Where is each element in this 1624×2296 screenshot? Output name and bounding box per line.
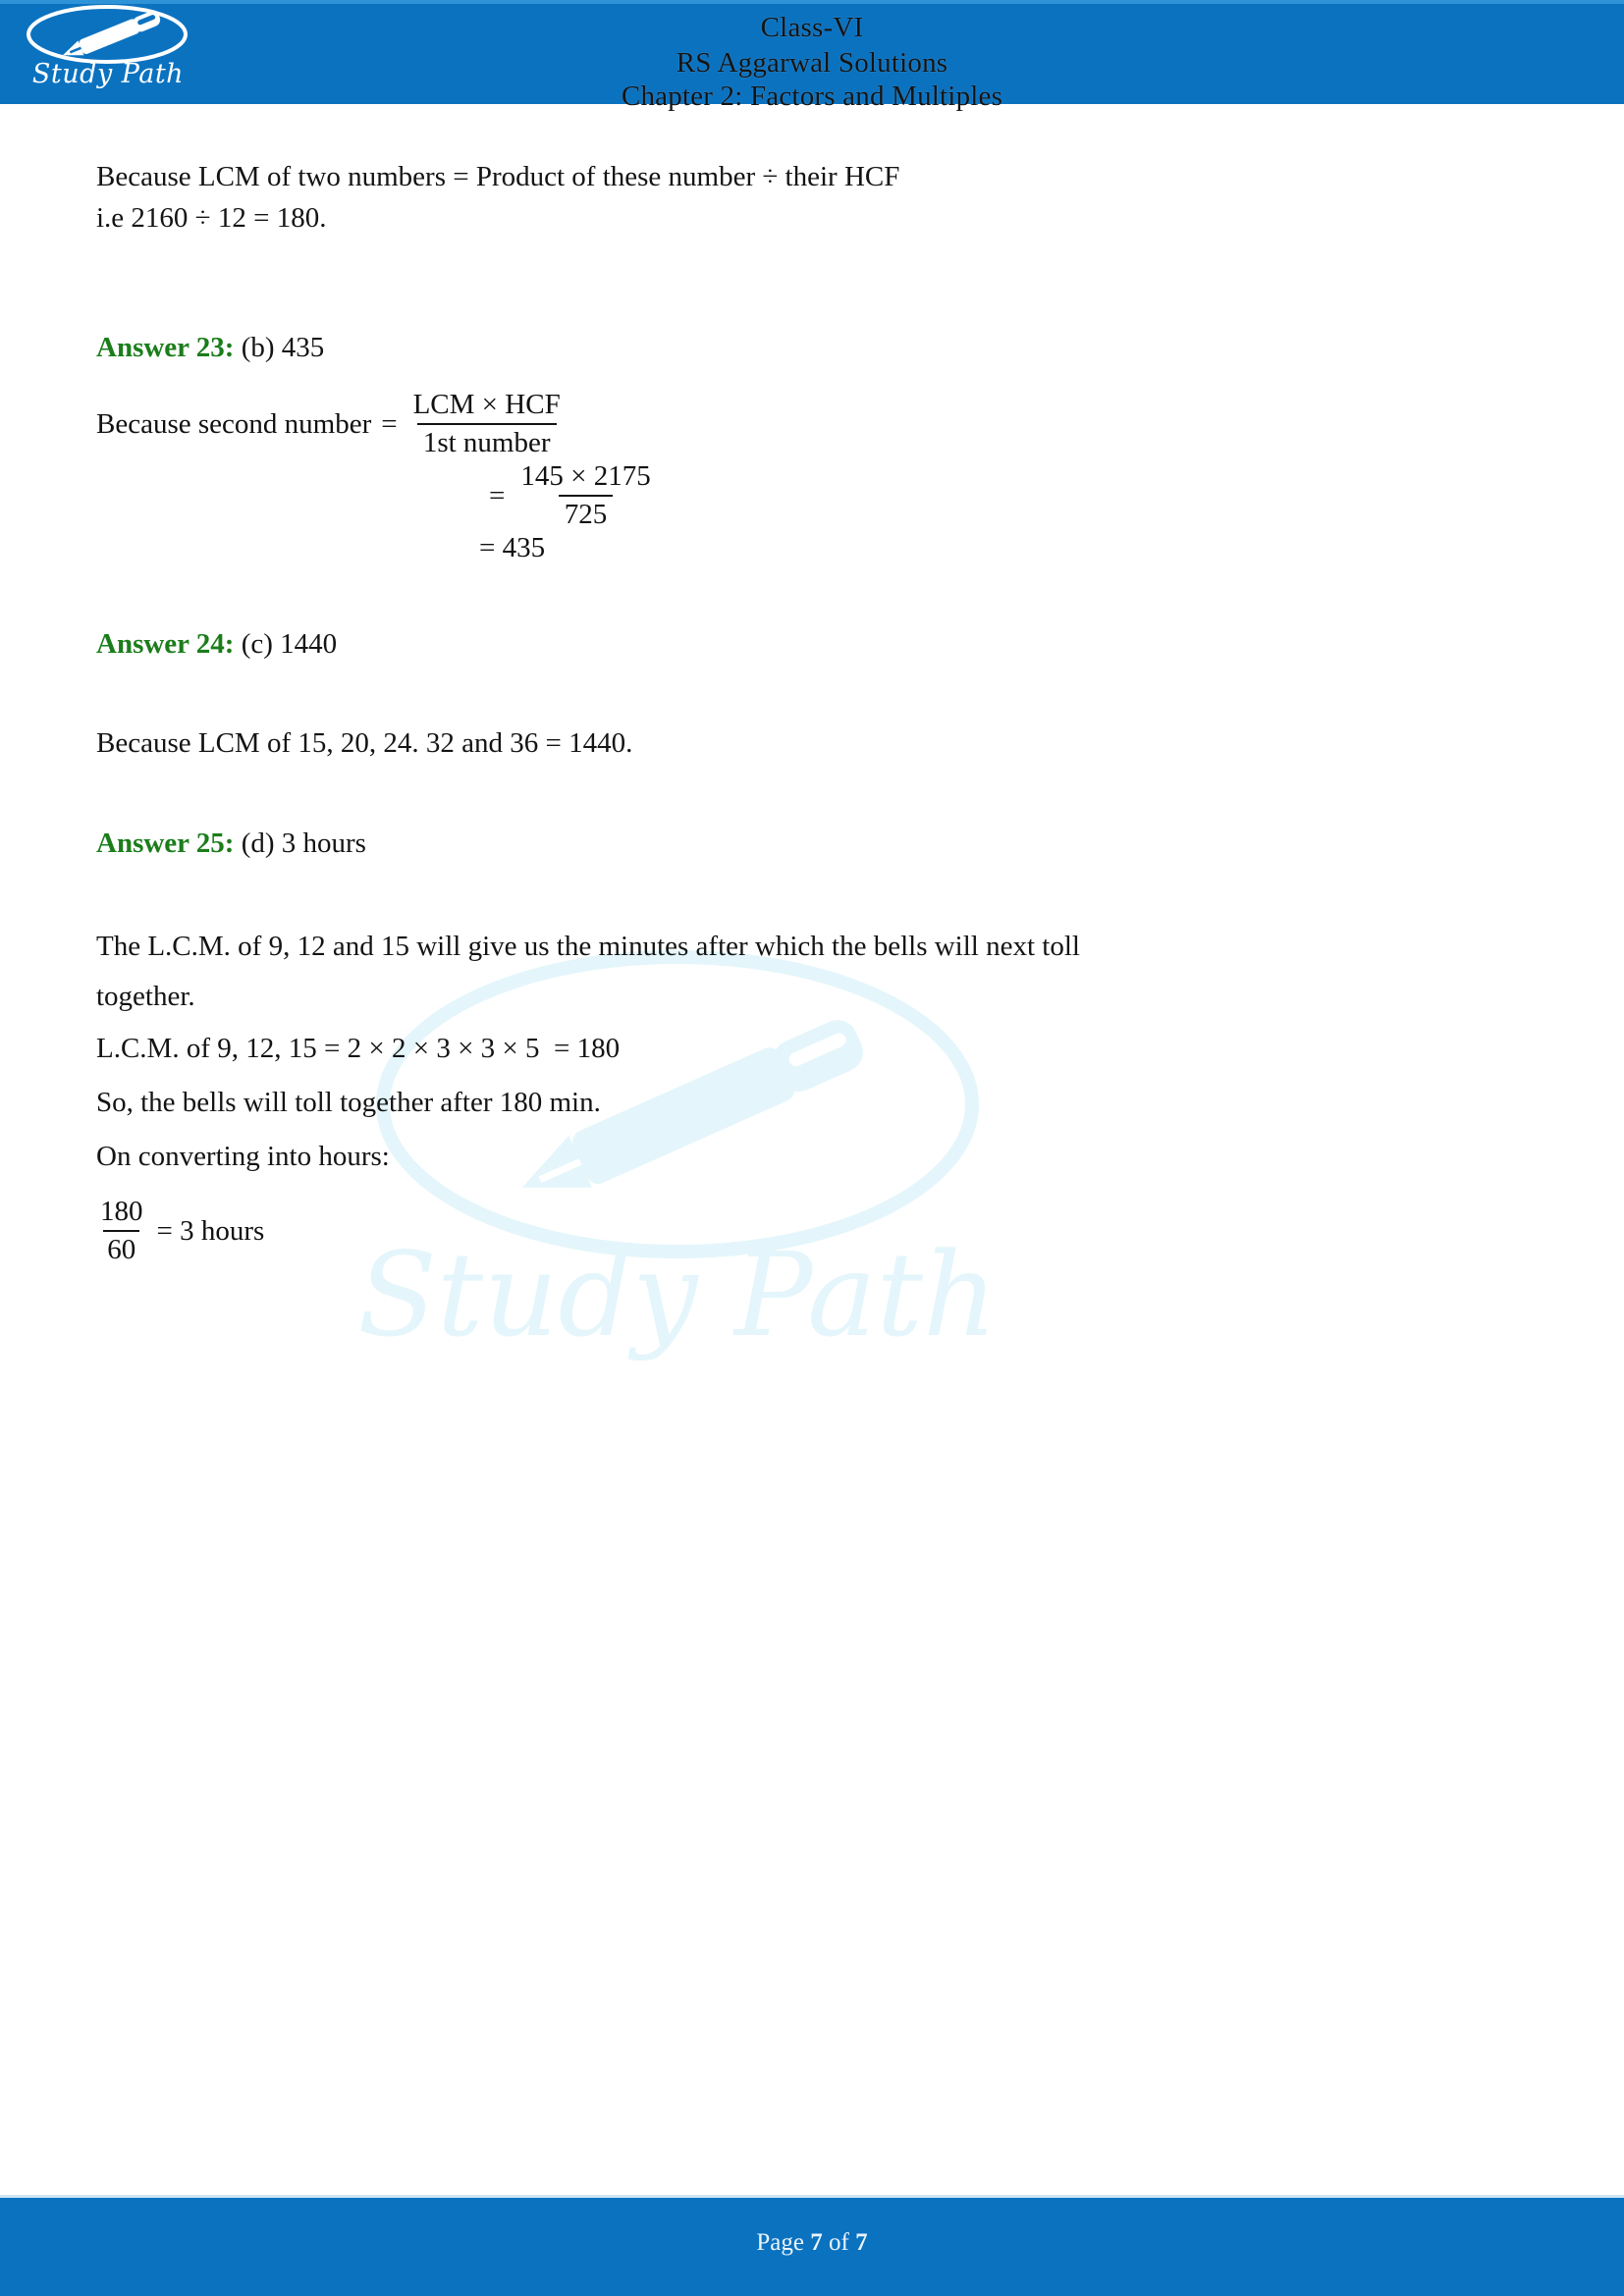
answer-25-fraction-numerator: 180 xyxy=(100,1195,143,1227)
intro-line-1: Because LCM of two numbers = Product of … xyxy=(96,161,900,192)
answer-24-value: (c) 1440 xyxy=(241,628,338,661)
answer-23-equation-line-2: = 145 × 2175 725 xyxy=(479,460,1530,532)
header-title-block: Class-VI RS Aggarwal Solutions Chapter 2… xyxy=(0,8,1624,112)
answer-25-block: Answer 25: (d) 3 hours The L.C.M. of 9, … xyxy=(96,824,1530,1267)
page-prefix-label: Page xyxy=(756,2229,805,2256)
page-number-text: Page 7 of 7 xyxy=(0,2229,1624,2257)
answer-25-conversion-equation: 180 60 = 3 hours xyxy=(96,1196,1530,1267)
document-page: Study Path Class-VI RS Aggarwal Solution… xyxy=(0,0,1624,2296)
brand-logo: Study Path xyxy=(14,4,200,102)
answer-25-value: (d) 3 hours xyxy=(241,827,366,859)
header-class-line: Class-VI xyxy=(760,12,864,43)
answer-24-reason: Because LCM of 15, 20, 24. 32 and 36 = 1… xyxy=(96,726,633,759)
page-content: Because LCM of two numbers = Product of … xyxy=(96,157,1530,1267)
answer-23-fraction-2: 145 × 2175 725 xyxy=(514,460,656,532)
answer-24-block: Answer 24: (c) 1440 Because LCM of 15, 2… xyxy=(96,624,1530,764)
answer-23-fraction-1-denominator: 1st number xyxy=(416,423,557,459)
answer-25-fraction-result: = 3 hours xyxy=(156,1214,265,1247)
page-total-number: 7 xyxy=(855,2229,868,2256)
brand-logo-word: Study Path xyxy=(31,59,185,89)
header-book-line: RS Aggarwal Solutions xyxy=(676,46,948,79)
header-chapter-line: Chapter 2: Factors and Multiples xyxy=(621,80,1003,113)
answer-25-line-2: together. xyxy=(96,980,195,1012)
answer-25-heading: Answer 25: (d) 3 hours xyxy=(96,824,1530,864)
answer-25-fraction: 180 60 xyxy=(96,1196,147,1267)
answer-25-line-1: The L.C.M. of 9, 12 and 15 will give us … xyxy=(96,931,1080,963)
page-of-label: of xyxy=(829,2229,849,2256)
answer-23-fraction-2-numerator: 145 × 2175 xyxy=(520,459,651,492)
answer-23-fraction-2-denominator: 725 xyxy=(558,495,614,531)
fountain-pen-in-oval-icon xyxy=(27,5,188,64)
answer-25-label: Answer 25: xyxy=(96,827,235,859)
answer-23-heading: Answer 23: (b) 435 xyxy=(96,328,1530,368)
page-current-number: 7 xyxy=(810,2229,823,2256)
answer-23-label: Answer 23: xyxy=(96,331,235,363)
answer-23-value: (b) 435 xyxy=(241,331,325,363)
page-header: Class-VI RS Aggarwal Solutions Chapter 2… xyxy=(0,0,1624,111)
answer-23-eq2-equals: = xyxy=(489,479,506,511)
answer-24-label: Answer 24: xyxy=(96,628,235,661)
answer-23-eq-equals: = xyxy=(381,408,398,441)
intro-line-2: i.e 2160 ÷ 12 = 180. xyxy=(96,201,327,234)
answer-23-fraction-1-numerator: LCM × HCF xyxy=(412,389,561,421)
answer-25-fraction-denominator: 60 xyxy=(103,1230,140,1266)
intro-block: Because LCM of two numbers = Product of … xyxy=(96,157,1530,240)
answer-24-heading: Answer 24: (c) 1440 xyxy=(96,624,1530,665)
answer-23-block: Answer 23: (b) 435 Because second number… xyxy=(96,328,1530,566)
answer-23-equation-line-1: Because second number = LCM × HCF 1st nu… xyxy=(96,389,1530,460)
answer-23-eq-lead: Because second number xyxy=(96,408,372,441)
answer-23-fraction-1: LCM × HCF 1st number xyxy=(407,389,567,460)
answer-23-result-line: = 435 xyxy=(479,531,1530,565)
answer-25-line-4: So, the bells will toll together after 1… xyxy=(96,1086,601,1118)
answer-25-line-3: L.C.M. of 9, 12, 15 = 2 × 2 × 3 × 3 × 5 … xyxy=(96,1032,621,1064)
answer-23-result: = 435 xyxy=(479,532,546,564)
page-footer: Page 7 of 7 xyxy=(0,2195,1624,2296)
answer-25-line-5: On converting into hours: xyxy=(96,1140,390,1172)
